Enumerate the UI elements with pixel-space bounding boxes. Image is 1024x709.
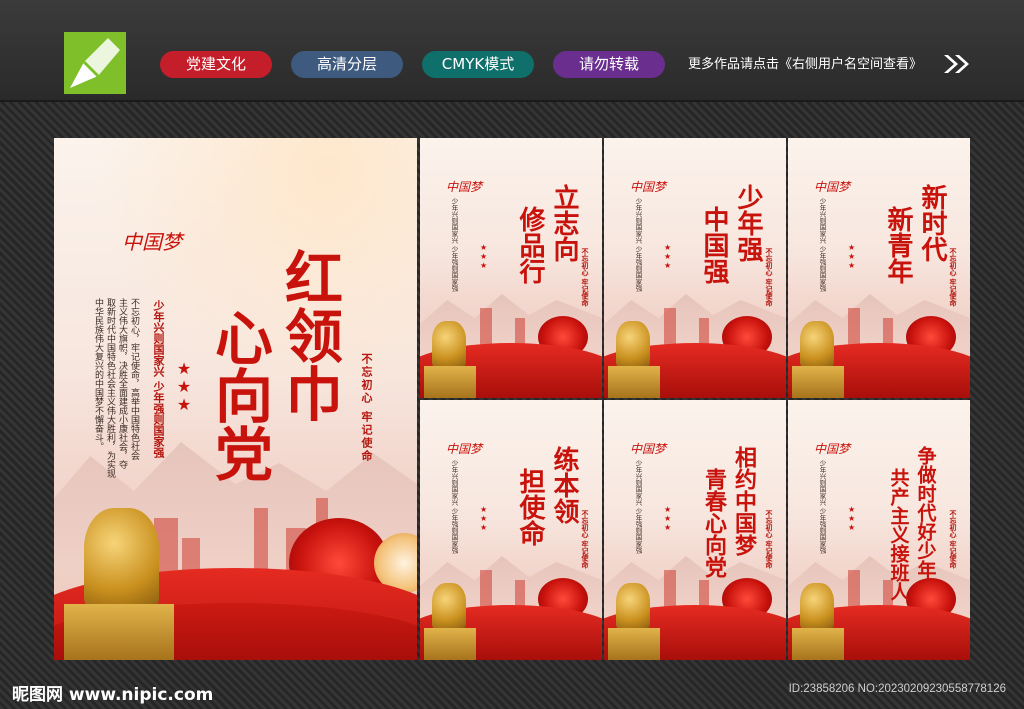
brand-mark: 中国梦 xyxy=(446,442,483,456)
small-slogan: 不忘初心 牢记使命 xyxy=(949,510,957,569)
slogan-right: 不忘初心 牢记使命 xyxy=(360,353,373,463)
pen-logo-icon xyxy=(70,38,120,88)
small-slogan: 不忘初心 牢记使命 xyxy=(765,510,773,569)
image-id: ID:23858206 NO:20230209230558778126 xyxy=(788,683,1006,695)
small-poster: 中国梦 少年兴则国家兴 少年强则国家强 ★ ★ ★ 相约中国梦 青春心向党 不忘初心 牢记… xyxy=(604,400,786,660)
tag-no-repost[interactable]: 请勿转载 xyxy=(553,51,665,78)
double-arrow-icon[interactable] xyxy=(942,52,972,80)
slogan-mid: 少年兴则国家兴 少年强则国家强 xyxy=(152,300,165,458)
small-slogan: 不忘初心 牢记使命 xyxy=(949,248,957,307)
small-slogan: 不忘初心 牢记使命 xyxy=(581,248,589,307)
brand-mark: 中国梦 xyxy=(814,442,851,456)
site-watermark: 昵图网 www.nipic.com xyxy=(12,685,214,705)
small-poster: 中国梦 少年兴则国家兴 少年强则国家强 ★ ★ ★ 少年强 中国强不忘初心 牢记使命 xyxy=(604,138,786,398)
small-title-line: 共产主义接班人 xyxy=(887,468,910,601)
star-decor: ★ ★ ★ xyxy=(848,505,856,532)
brand-mark: 中国梦 xyxy=(630,442,667,456)
small-title-line: 少年强 xyxy=(733,184,763,262)
small-title-line: 修品行 xyxy=(515,206,545,284)
star-decor: ★ ★ ★ xyxy=(176,359,192,414)
small-poster: 中国梦 少年兴则国家兴 少年强则国家强 ★ ★ ★ 新时代 新青年不忘初心 牢记使命 xyxy=(788,138,970,398)
small-slogan: 不忘初心 牢记使命 xyxy=(581,510,589,569)
main-title-left: 心向党 xyxy=(205,308,273,482)
small-title-line: 青春心向党 xyxy=(701,468,727,578)
small-title-line: 担使命 xyxy=(515,468,545,546)
small-title-line: 练本领 xyxy=(549,446,579,524)
tag-cmyk[interactable]: CMYK模式 xyxy=(422,51,534,78)
small-body-text: 少年兴则国家兴 少年强则国家强 xyxy=(818,460,826,554)
small-poster: 中国梦 少年兴则国家兴 少年强则国家强 ★ ★ ★ 练本领 担使命不忘初心 牢记使命 xyxy=(420,400,602,660)
small-title-line: 新青年 xyxy=(883,206,913,284)
small-title-line: 中国强 xyxy=(699,206,729,284)
star-decor: ★ ★ ★ xyxy=(480,505,488,532)
small-poster: 中国梦 少年兴则国家兴 少年强则国家强 ★ ★ ★ 立志向 修品行不忘初心 牢记使命 xyxy=(420,138,602,398)
star-decor: ★ ★ ★ xyxy=(664,505,672,532)
brand-mark: 中国梦 xyxy=(630,180,667,194)
small-body-text: 少年兴则国家兴 少年强则国家强 xyxy=(818,198,826,292)
small-title-line: 相约中国梦 xyxy=(731,446,757,556)
star-decor: ★ ★ ★ xyxy=(848,243,856,270)
site-logo[interactable] xyxy=(64,32,126,94)
brand-mark: 中国梦 xyxy=(446,180,483,194)
lion-pedestal xyxy=(64,604,174,660)
small-title-line: 争做时代好少年 xyxy=(914,446,937,579)
golden-lion xyxy=(84,508,159,608)
brand-mark: 中国梦 xyxy=(814,180,851,194)
small-title-line: 立志向 xyxy=(549,184,579,262)
small-body-text: 少年兴则国家兴 少年强则国家强 xyxy=(450,198,458,292)
more-works-link[interactable]: 更多作品请点击《右侧用户名空间查看》 xyxy=(688,51,922,78)
small-body-text: 少年兴则国家兴 少年强则国家强 xyxy=(634,460,642,554)
small-poster: 中国梦 少年兴则国家兴 少年强则国家强 ★ ★ ★ 争做时代好少年 共产主义接班人 不忘初… xyxy=(788,400,970,660)
tag-hd-layers[interactable]: 高清分层 xyxy=(291,51,403,78)
small-slogan: 不忘初心 牢记使命 xyxy=(765,248,773,307)
small-body-text: 少年兴则国家兴 少年强则国家强 xyxy=(450,460,458,554)
top-bar: 党建文化 高清分层 CMYK模式 请勿转载 更多作品请点击《右侧用户名空间查看》 xyxy=(0,0,1024,102)
main-poster: 红领巾 心向党 中国梦 不忘初心 牢记使命 少年兴则国家兴 少年强则国家强 ★ ★… xyxy=(54,138,417,660)
main-title-right: 红领巾 xyxy=(275,248,343,422)
brand-mark: 中国梦 xyxy=(122,230,182,254)
small-title-line: 新时代 xyxy=(917,184,947,262)
small-body-text: 少年兴则国家兴 少年强则国家强 xyxy=(634,198,642,292)
star-decor: ★ ★ ★ xyxy=(664,243,672,270)
tag-party-culture[interactable]: 党建文化 xyxy=(160,51,272,78)
star-decor: ★ ★ ★ xyxy=(480,243,488,270)
